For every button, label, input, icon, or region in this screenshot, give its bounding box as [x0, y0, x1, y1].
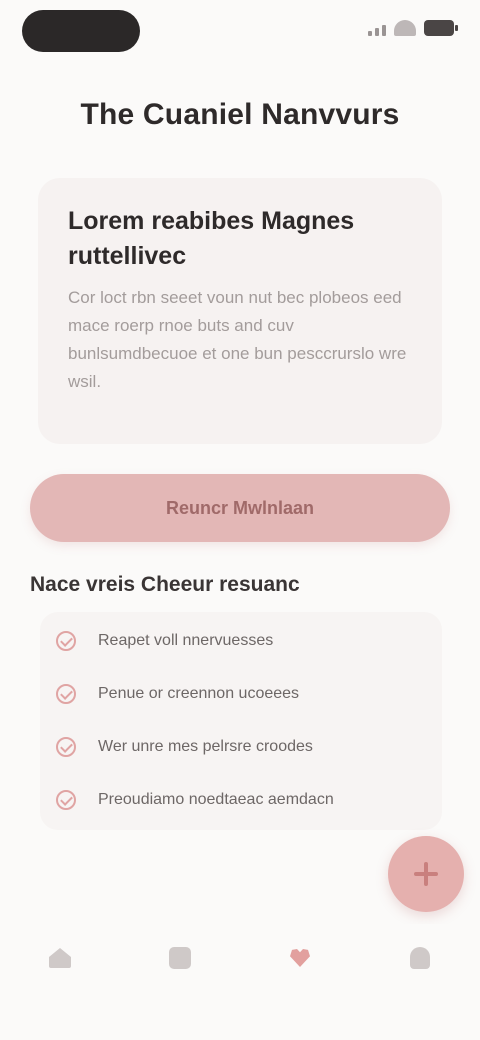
nav-item-favorites[interactable] — [265, 944, 335, 980]
check-circle-icon — [56, 790, 76, 810]
checklist-item-label: Penue or creennon ucoeees — [98, 685, 300, 702]
wifi-icon — [394, 20, 416, 36]
check-circle-icon — [56, 631, 76, 651]
checklist-item-label: Reapet voll nnervuesses — [98, 632, 274, 649]
checklist-card: Reapet voll nnervuesses Penue or creenno… — [40, 612, 442, 830]
nav-item-profile[interactable] — [385, 944, 455, 980]
checklist-item-label: Wer unre mes pelrsre croodes — [98, 738, 313, 755]
checklist-item[interactable]: Wer unre mes pelrsre croodes — [56, 732, 436, 762]
user-icon — [406, 944, 434, 972]
checklist-heading: Nace vreis Cheeur resuanc — [30, 573, 300, 596]
card-body: Cor loct rbn seeet voun nut bec plobeos … — [68, 288, 407, 391]
add-fab-button[interactable] — [388, 836, 464, 912]
card-heading: Lorem reabibes Magnes ruttellivec — [68, 207, 355, 270]
check-circle-icon — [56, 737, 76, 757]
checklist-item[interactable]: Preoudiamo noedtaeac aemdacn — [56, 785, 436, 815]
status-pill — [22, 10, 140, 52]
primary-action-button[interactable]: Reuncr Mwlnlaan — [30, 474, 450, 542]
heart-icon — [286, 944, 314, 972]
signal-icon — [368, 20, 386, 36]
nav-item-browse[interactable] — [145, 944, 215, 980]
checklist-item-label: Preoudiamo noedtaeac aemdacn — [98, 791, 334, 808]
check-circle-icon — [56, 684, 76, 704]
bottom-nav — [0, 924, 480, 1040]
nav-item-home[interactable] — [25, 944, 95, 980]
checklist-item[interactable]: Penue or creennon ucoeees — [56, 679, 436, 709]
home-icon — [46, 944, 74, 972]
info-card: Lorem reabibes Magnes ruttellivec Cor lo… — [38, 178, 442, 444]
checklist-item[interactable]: Reapet voll nnervuesses — [56, 626, 436, 656]
page-title: The Cuaniel Nanvvurs — [80, 98, 400, 131]
grid-icon — [166, 944, 194, 972]
status-indicators — [368, 20, 458, 36]
app-screen: The Cuaniel Nanvvurs Lorem reabibes Magn… — [0, 0, 480, 1040]
battery-icon — [424, 20, 458, 36]
plus-icon — [414, 862, 438, 886]
status-bar — [0, 0, 480, 60]
